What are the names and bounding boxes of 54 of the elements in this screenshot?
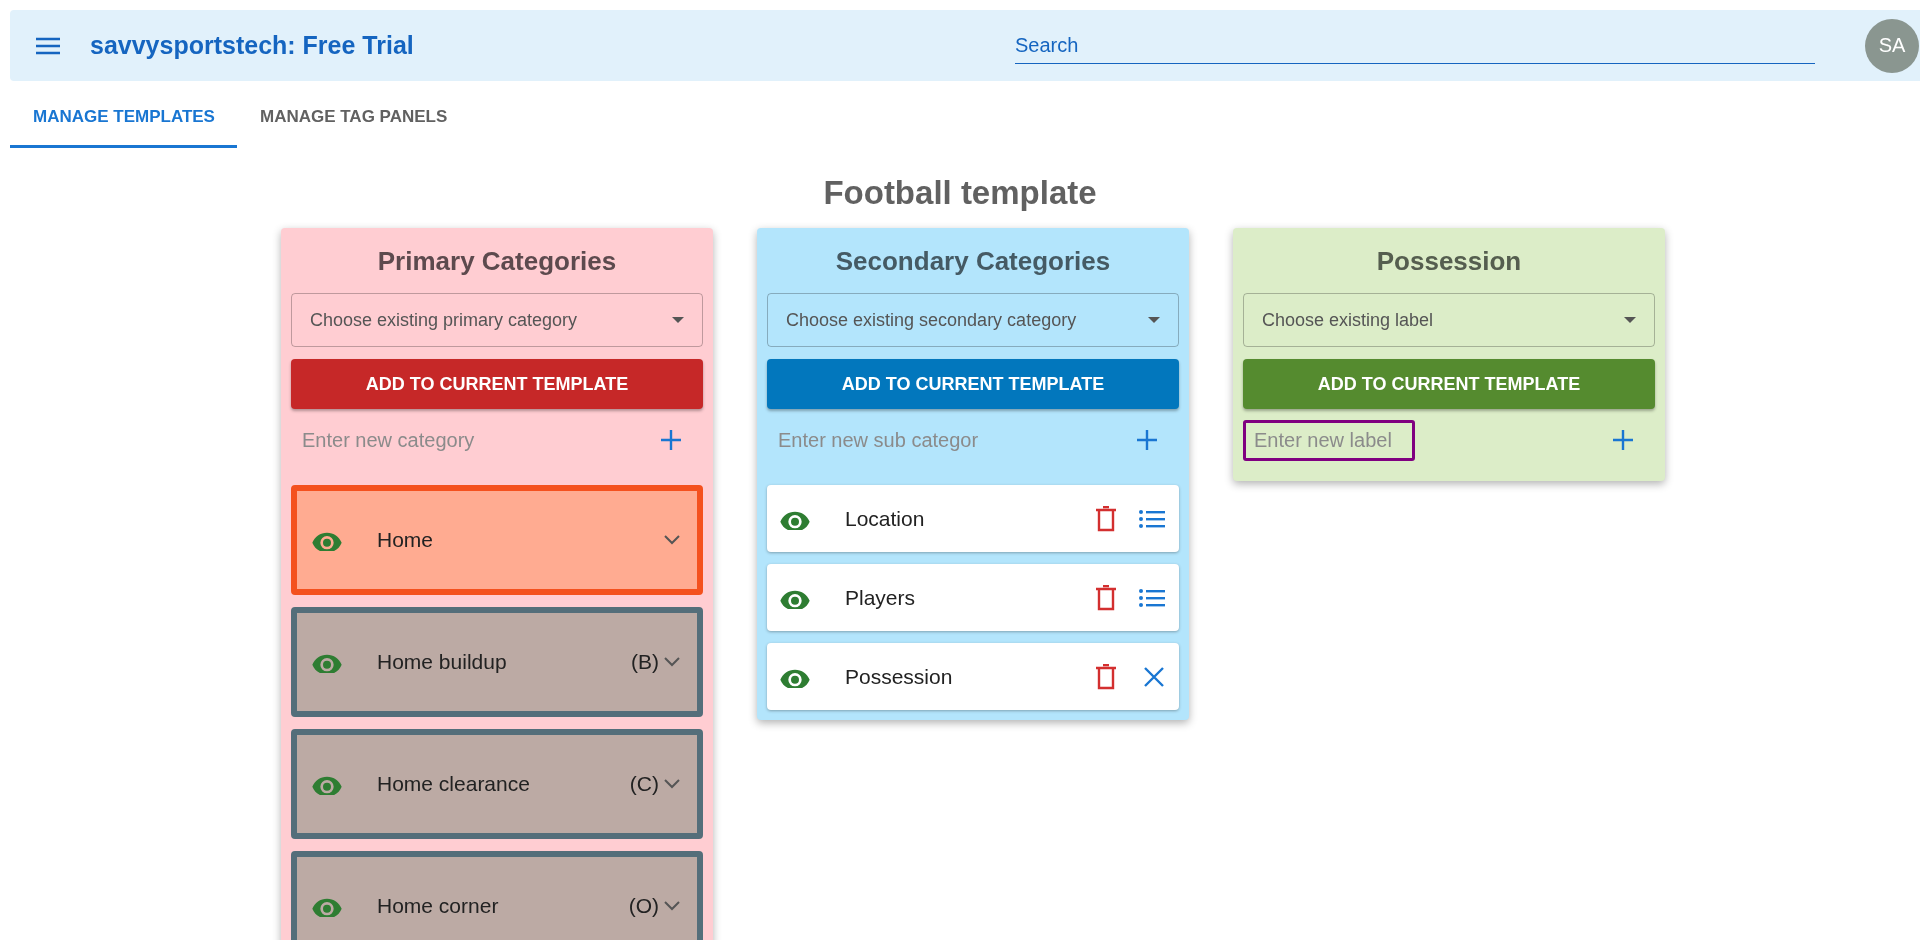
- tab[interactable]: MANAGE TEMPLATES: [10, 87, 237, 148]
- hotkey-label: (O): [628, 894, 659, 918]
- category-label: Home corner: [377, 894, 500, 918]
- list-icon[interactable]: [1139, 508, 1165, 529]
- trash-icon[interactable]: [1095, 505, 1117, 532]
- plus-icon: [659, 428, 683, 452]
- subcategory-item[interactable]: Possession: [767, 643, 1179, 710]
- add-button[interactable]: [1135, 428, 1159, 452]
- panel-title: Possession: [1375, 246, 1523, 277]
- search-field[interactable]: Search: [1015, 27, 1815, 64]
- dropdown-arrow-icon: [1148, 317, 1160, 323]
- category-label: Home clearance: [377, 772, 531, 796]
- subcategory-label: Possession: [845, 664, 954, 689]
- dropdown-arrow-icon: [1624, 317, 1636, 323]
- input-field[interactable]: Enter new sub categor: [767, 419, 1059, 461]
- plus-icon: [1135, 428, 1159, 452]
- chevron-down-icon[interactable]: [663, 900, 681, 912]
- category-item[interactable]: Home clearance (C): [291, 729, 703, 839]
- page-title: Football template: [822, 174, 1098, 212]
- add-button[interactable]: [1611, 428, 1635, 452]
- hotkey-label: (B): [631, 650, 659, 674]
- category-item[interactable]: Home corner (O): [291, 851, 703, 940]
- tab[interactable]: MANAGE TAG PANELS: [236, 87, 470, 148]
- add-to-template-button[interactable]: ADD TO CURRENT TEMPLATE: [1243, 359, 1655, 409]
- dropdown-select[interactable]: Choose existing label: [1243, 293, 1655, 347]
- chevron-down-icon[interactable]: [663, 656, 681, 668]
- input-field[interactable]: Enter new label: [1243, 419, 1415, 461]
- subcategory-item[interactable]: Players: [767, 564, 1179, 631]
- chevron-down-icon[interactable]: [663, 778, 681, 790]
- subcategory-label: Players: [845, 585, 917, 610]
- add-button[interactable]: [659, 428, 683, 452]
- category-label: Home: [377, 528, 435, 552]
- add-to-template-button[interactable]: ADD TO CURRENT TEMPLATE: [291, 359, 703, 409]
- input-field[interactable]: Enter new category: [291, 419, 583, 461]
- menu-icon[interactable]: [36, 36, 60, 55]
- hotkey-label: (C): [629, 772, 659, 796]
- category-label: Home buildup: [377, 650, 508, 674]
- trash-icon[interactable]: [1095, 663, 1117, 690]
- category-item[interactable]: Home buildup (B): [291, 607, 703, 717]
- list-icon[interactable]: [1139, 587, 1165, 608]
- app-title: savvysportstech: Free Trial: [90, 31, 414, 60]
- panel-title: Secondary Categories: [834, 246, 1112, 277]
- subcategory-item[interactable]: Location: [767, 485, 1179, 552]
- subcategory-label: Location: [845, 506, 926, 531]
- panel-title: Primary Categories: [376, 246, 618, 277]
- add-to-template-button[interactable]: ADD TO CURRENT TEMPLATE: [767, 359, 1179, 409]
- dropdown-select[interactable]: Choose existing primary category: [291, 293, 703, 347]
- plus-icon: [1611, 428, 1635, 452]
- category-item[interactable]: Home: [291, 485, 703, 595]
- close-icon[interactable]: [1143, 665, 1165, 688]
- trash-icon[interactable]: [1095, 584, 1117, 611]
- chevron-down-icon[interactable]: [663, 534, 681, 546]
- dropdown-arrow-icon: [672, 317, 684, 323]
- dropdown-select[interactable]: Choose existing secondary category: [767, 293, 1179, 347]
